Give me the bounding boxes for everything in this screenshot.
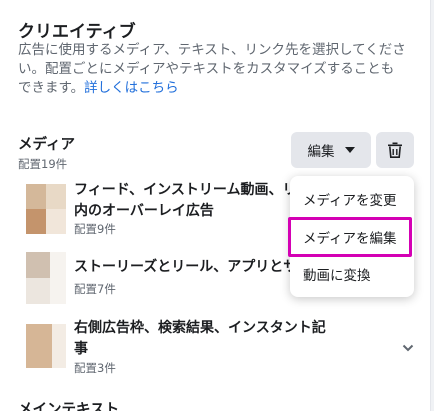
chevron-down-icon[interactable]: [402, 343, 414, 353]
learn-more-link[interactable]: 詳しくはこちら: [84, 80, 179, 96]
edit-button-label: 編集: [307, 144, 335, 160]
trash-icon: [388, 142, 402, 158]
row-title-line-2: 内のオーバーレイ広告: [74, 203, 214, 219]
creative-title: クリエイティブ: [18, 22, 136, 42]
media-thumbnail: [26, 252, 66, 304]
creative-description: 広告に使用するメディア、テキスト、リンク先を選択してくださ い。配置ごとにメディ…: [18, 41, 418, 98]
placement-row-count: 配置7件: [74, 282, 116, 296]
menu-item-convert-to-video[interactable]: 動画に変換: [290, 257, 414, 291]
desc-line-3-text: できます。: [18, 80, 85, 96]
media-thumbnail: [26, 184, 66, 234]
media-section-label: メディア: [18, 137, 75, 153]
row-title-line-2: 事: [74, 341, 88, 357]
media-thumbnail: [26, 324, 66, 368]
placement-row-title: ストーリーズとリール、アプリとサ: [74, 259, 298, 275]
row-title-line-1: フィード、インストリーム動画、リ: [74, 182, 297, 198]
edit-dropdown-button[interactable]: 編集: [291, 132, 371, 168]
delete-button[interactable]: [376, 132, 414, 168]
placement-row-right-column[interactable]: 右側広告枠、検索結果、インスタント記 事 配置3件: [18, 318, 418, 378]
placement-row-title: 右側広告枠、検索結果、インスタント記 事: [74, 318, 326, 360]
desc-line-1: 広告に使用するメディア、テキスト、リンク先を選択してくださ: [18, 42, 406, 58]
placement-row-count: 配置3件: [74, 361, 116, 375]
menu-item-change-media[interactable]: メディアを変更: [290, 182, 414, 216]
caret-down-icon: [344, 147, 355, 153]
primary-text-label: メインテキスト: [18, 402, 120, 411]
desc-line-3: できます。詳しくはこちら: [18, 79, 418, 98]
media-placement-count: 配置19件: [18, 157, 68, 171]
desc-line-2: い。配置ごとにメディアやテキストをカスタマイズすることも: [18, 61, 395, 77]
row-title-line-1: 右側広告枠、検索結果、インスタント記: [74, 320, 326, 336]
placement-row-count: 配置9件: [74, 222, 116, 236]
placement-row-title: フィード、インストリーム動画、リ 内のオーバーレイ広告: [74, 180, 296, 222]
highlight-box: [288, 217, 412, 257]
